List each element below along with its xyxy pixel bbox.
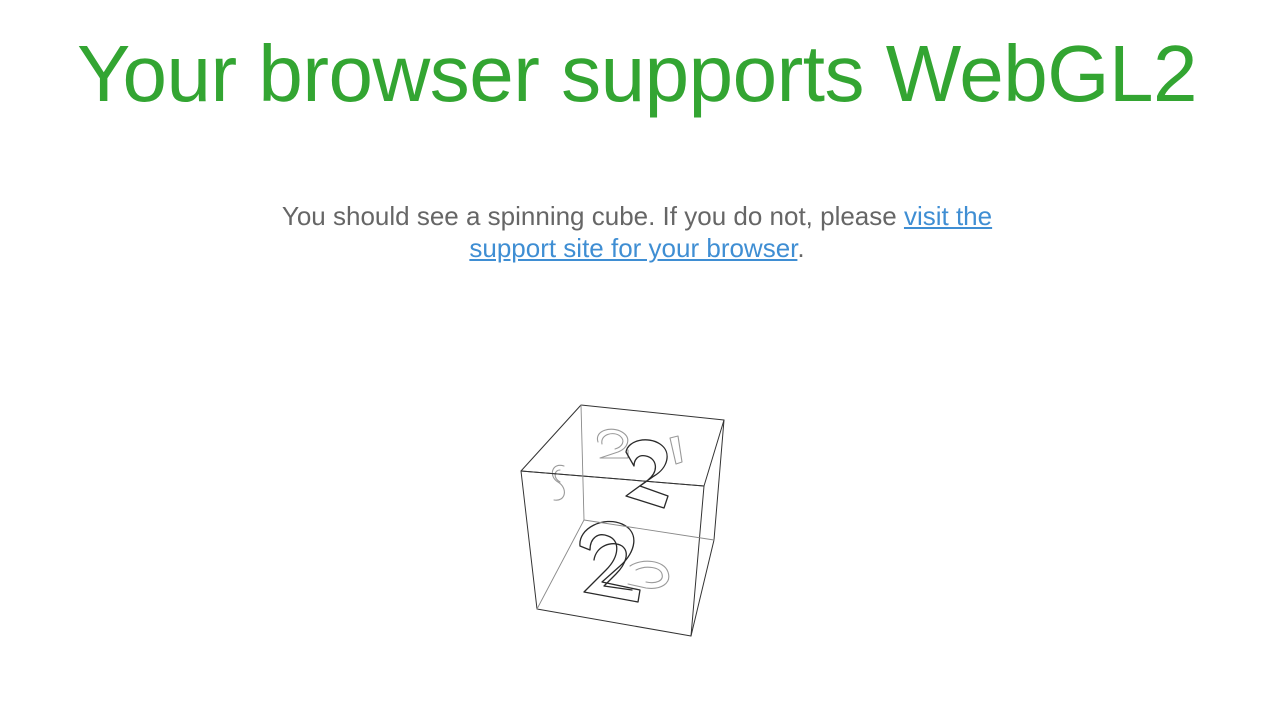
cube-edge-bottom-front <box>536 608 692 637</box>
glyph-back-top-2-icon-inner <box>601 433 624 450</box>
glyph-front-2-icon-shadow <box>593 543 633 591</box>
cube-edge-front-left <box>520 470 538 610</box>
cube-edge-back-left <box>580 404 585 521</box>
page-title: Your browser supports WebGL2 <box>77 29 1197 118</box>
cube-edge-bottom-back <box>583 519 715 541</box>
spinning-cube-canvas <box>520 404 725 637</box>
glyph-top-mirrored-2-icon <box>625 439 669 509</box>
cube-edge-bottom-left <box>536 519 585 610</box>
status-message: You should see a spinning cube. If you d… <box>237 200 1037 264</box>
glyph-top-tick-icon <box>669 435 683 465</box>
cube-back-glyphs <box>551 428 683 589</box>
message-text: You should see a spinning cube. If you d… <box>281 201 904 231</box>
glyph-bottom-2-icon-inner <box>635 566 663 584</box>
cube-edge-bottom-right <box>690 539 715 637</box>
message-end: . <box>797 233 805 263</box>
cube-edge-front-right <box>690 485 705 637</box>
cube-front-glyphs <box>579 439 669 603</box>
cube-edge-front-top <box>520 470 705 487</box>
